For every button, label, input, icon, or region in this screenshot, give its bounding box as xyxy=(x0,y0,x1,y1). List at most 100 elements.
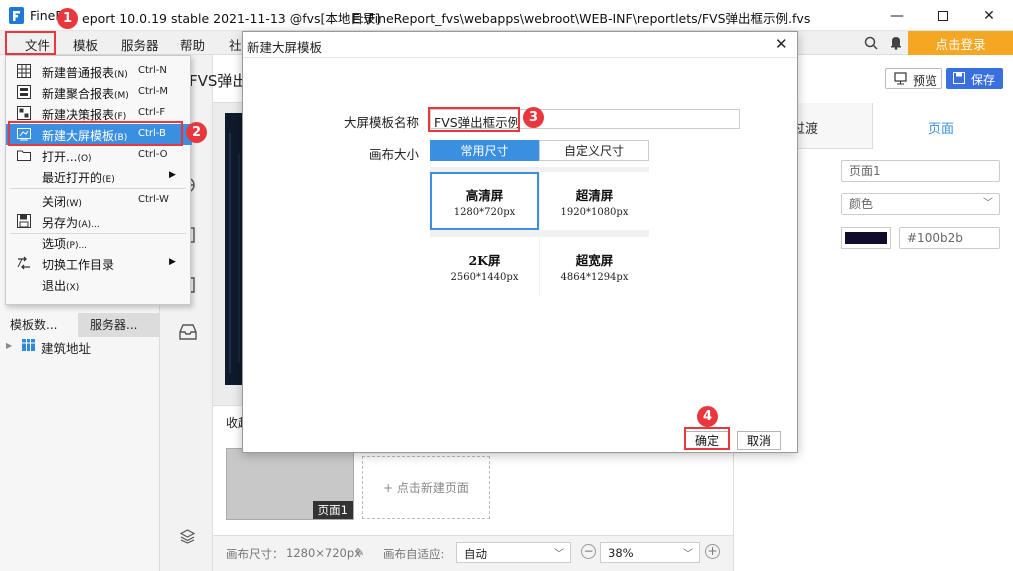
tab-server-data[interactable]: 服务器... xyxy=(80,313,158,337)
size-card-name: 超清屏 xyxy=(575,187,614,203)
template-name-label: 大屏模板名称 xyxy=(344,115,420,130)
adapt-select[interactable]: 自动 ﹀ xyxy=(456,542,571,563)
save-icon xyxy=(17,214,31,228)
color-swatch[interactable] xyxy=(841,227,891,249)
minimize-button[interactable]: — xyxy=(874,0,920,31)
zoom-value: 38% xyxy=(608,546,634,560)
submenu-arrow-icon: ▶ xyxy=(169,170,176,180)
layers-icon[interactable] xyxy=(180,529,195,544)
preview-button[interactable]: 预览 xyxy=(885,68,942,89)
aggregate-icon xyxy=(17,85,31,99)
adapt-select-value: 自动 xyxy=(464,547,487,561)
new-page-button[interactable]: + 点击新建页面 xyxy=(362,456,490,519)
file-menu-dropdown: 新建普通报表(N) Ctrl-N 新建聚合报表(M) Ctrl-M 新建决策报表… xyxy=(5,55,192,305)
size-options: 高清屏 1280*720px 超清屏 1920*1080px 2K屏 2560*… xyxy=(430,167,649,295)
highlight-new-screen-item xyxy=(8,121,183,146)
menu-server[interactable]: 服务器 xyxy=(121,35,159,54)
menu-item-open[interactable]: 打开...(O) Ctrl-O xyxy=(6,145,192,166)
menu-item-shortcut: Ctrl-M xyxy=(138,86,169,97)
menu-item-shortcut: Ctrl-W xyxy=(138,194,169,205)
search-icon[interactable] xyxy=(864,36,878,50)
zoom-in-button[interactable]: + xyxy=(705,544,720,559)
dialog-close-icon[interactable]: ✕ xyxy=(775,35,788,53)
canvas-size-label: 画布大小 xyxy=(369,147,420,162)
menu-community[interactable]: 社 xyxy=(229,35,242,54)
menu-item-options[interactable]: 选项(P)... xyxy=(6,232,192,253)
tab-page[interactable]: 页面 xyxy=(872,103,1013,149)
tab-template-data[interactable]: 模板数... xyxy=(0,313,78,337)
left-tabs: 模板数... 服务器... xyxy=(0,313,160,337)
size-card-fullhd[interactable]: 超清屏 1920*1080px xyxy=(540,172,649,230)
menu-item-label: 打开... xyxy=(42,150,78,164)
chevron-down-icon: ﹀ xyxy=(683,549,693,560)
menu-item-key: (A)... xyxy=(78,220,100,230)
bell-icon[interactable] xyxy=(889,35,903,50)
inbox-icon[interactable] xyxy=(178,323,198,341)
size-card-2k[interactable]: 2K屏 2560*1440px xyxy=(430,237,539,295)
file-path: E:\FineReport_fvs\webapps\webroot\WEB-IN… xyxy=(352,11,811,26)
background-type-value: 颜色 xyxy=(849,197,874,211)
menu-item-shortcut: Ctrl-O xyxy=(138,149,168,160)
menu-item-shortcut: Ctrl-F xyxy=(138,107,166,118)
highlight-file-menu xyxy=(5,31,56,55)
menu-item-label: 关闭 xyxy=(42,195,67,209)
size-card-hd[interactable]: 高清屏 1280*720px xyxy=(430,172,539,230)
size-card-dim: 1920*1080px xyxy=(560,206,629,218)
template-tab[interactable]: FVS弹出 xyxy=(189,70,247,91)
app-title: eport 10.0.19 stable 2021-11-13 @fvs[本地目… xyxy=(82,11,381,26)
menu-item-close[interactable]: 关闭(W) Ctrl-W xyxy=(6,190,192,211)
menu-item-switch-workdir[interactable]: 切换工作目录 ▶ xyxy=(6,253,192,274)
menu-item-key: (O) xyxy=(77,154,92,164)
menu-separator xyxy=(10,188,186,189)
menu-help[interactable]: 帮助 xyxy=(180,35,205,54)
zoom-out-button[interactable]: − xyxy=(581,544,596,559)
tab-custom-size[interactable]: 自定义尺寸 xyxy=(539,140,649,161)
menu-item-key: (P)... xyxy=(66,241,88,251)
menu-item-label: 退出 xyxy=(42,279,67,293)
cancel-button[interactable]: 取消 xyxy=(737,431,781,450)
preview-label: 预览 xyxy=(913,74,938,88)
menu-item-exit[interactable]: 退出(X) xyxy=(6,274,192,295)
background-type-select[interactable]: 颜色 ﹀ xyxy=(841,193,1000,215)
decision-icon xyxy=(17,106,31,120)
step-badge-4: 4 xyxy=(697,406,718,427)
size-card-dim: 2560*1440px xyxy=(450,271,519,283)
menu-item-key: (W) xyxy=(66,199,82,209)
tab-page-label: 页面 xyxy=(928,122,955,137)
tree-item-building[interactable]: 建筑地址 xyxy=(41,338,91,357)
page-thumbnail-label: 页面1 xyxy=(312,501,353,519)
tab-common-size[interactable]: 常用尺寸 xyxy=(430,140,539,161)
menu-item-key: (E) xyxy=(102,175,115,185)
maximize-button[interactable] xyxy=(920,0,966,31)
chevron-down-icon: ﹀ xyxy=(554,549,564,560)
edit-icon[interactable]: ✎ xyxy=(355,546,364,559)
highlight-template-name xyxy=(428,107,520,132)
color-hex-input[interactable]: #100b2b xyxy=(899,227,1000,249)
menu-item-label: 选项 xyxy=(42,237,67,251)
dialog-title-bar: 新建大屏模板 ✕ xyxy=(243,32,797,58)
save-button[interactable]: 保存 xyxy=(946,68,1003,89)
menu-item-new-report[interactable]: 新建普通报表(N) Ctrl-N xyxy=(6,61,192,82)
page-name-input[interactable]: 页面1 xyxy=(841,160,1000,182)
step-badge-3: 3 xyxy=(523,107,544,128)
canvas-size-value: 1280×720px xyxy=(286,546,361,560)
menu-item-shortcut: Ctrl-N xyxy=(138,65,167,76)
menu-template[interactable]: 模板 xyxy=(73,35,98,54)
menu-item-label: 新建决策报表 xyxy=(42,108,115,122)
menu-item-recent[interactable]: 最近打开的(E) ▶ xyxy=(6,166,192,187)
zoom-select[interactable]: 38% ﹀ xyxy=(600,542,700,563)
size-card-ultrawide[interactable]: 超宽屏 4864*1294px xyxy=(540,237,649,295)
close-window-button[interactable]: ✕ xyxy=(966,0,1012,31)
save-label: 保存 xyxy=(971,73,996,87)
menu-item-key: (N) xyxy=(114,70,128,80)
grid-icon xyxy=(17,64,31,78)
dataset-icon xyxy=(22,339,35,351)
submenu-arrow-icon: ▶ xyxy=(169,257,176,267)
menu-item-key: (X) xyxy=(66,283,80,293)
tree-expand-icon[interactable]: ▶ xyxy=(6,341,14,350)
menu-item-new-aggregate[interactable]: 新建聚合报表(M) Ctrl-M xyxy=(6,82,192,103)
size-card-name: 高清屏 xyxy=(465,187,504,203)
page-thumbnail[interactable]: 页面1 xyxy=(226,448,354,520)
login-button[interactable]: 点击登录 xyxy=(908,31,1013,55)
menu-item-save-as[interactable]: 另存为(A)... xyxy=(6,211,192,232)
